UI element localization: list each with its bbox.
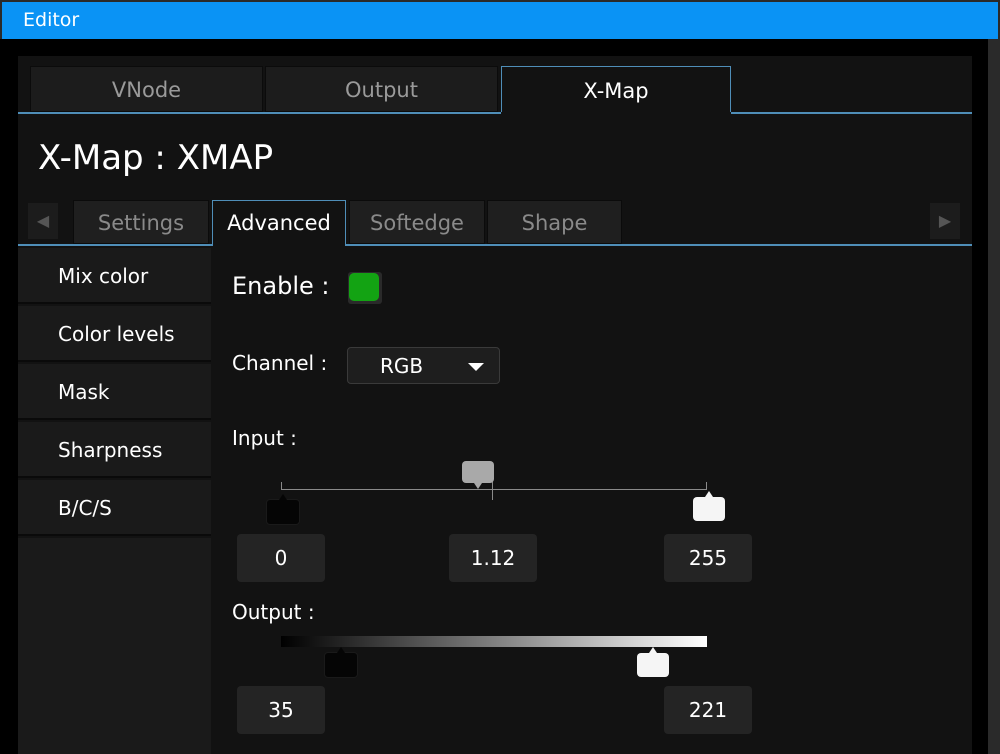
triangle-right-icon: ▶ — [938, 211, 952, 230]
channel-label: Channel : — [232, 351, 328, 375]
output-low-field[interactable]: 35 — [237, 686, 325, 734]
tab-vnode[interactable]: VNode — [30, 66, 263, 112]
input-gamma-field[interactable]: 1.12 — [449, 534, 537, 582]
input-levels-track[interactable] — [281, 489, 707, 490]
output-levels-gradient[interactable] — [281, 636, 707, 647]
tab-shape[interactable]: Shape — [487, 200, 622, 244]
scroll-right-button[interactable]: ▶ — [930, 203, 960, 239]
input-tick-low — [281, 482, 282, 490]
input-white-handle[interactable] — [693, 491, 725, 521]
tab-softedge[interactable]: Softedge — [349, 200, 485, 244]
output-label: Output : — [232, 600, 315, 624]
triangle-left-icon: ◀ — [36, 211, 50, 230]
input-tick-high — [706, 482, 707, 490]
input-tick-mid — [492, 482, 493, 500]
channel-select[interactable]: RGB — [347, 347, 500, 384]
input-label: Input : — [232, 426, 297, 450]
input-black-handle[interactable] — [266, 494, 300, 525]
output-white-handle[interactable] — [637, 647, 669, 677]
input-gamma-handle[interactable] — [462, 461, 494, 489]
sidebar-item-mask[interactable]: Mask — [18, 364, 211, 420]
sidebar-fill — [18, 538, 211, 754]
input-high-field[interactable]: 255 — [664, 534, 752, 582]
tab-advanced[interactable]: Advanced — [212, 200, 346, 244]
input-low-field[interactable]: 0 — [237, 534, 325, 582]
enable-indicator — [349, 273, 379, 301]
window-title: Editor — [23, 9, 80, 31]
sidebar-item-bcs[interactable]: B/C/S — [18, 480, 211, 536]
tab-output[interactable]: Output — [265, 66, 498, 112]
editor-panel: VNode Output X-Map X-Map : XMAP ◀ ▶ Sett… — [18, 56, 972, 754]
window-titlebar: Editor — [0, 0, 1000, 39]
output-black-handle[interactable] — [324, 647, 358, 678]
tab-x-map[interactable]: X-Map — [501, 66, 731, 112]
tab-bar-divider — [18, 112, 972, 114]
window-frame — [988, 39, 1000, 754]
tab-settings[interactable]: Settings — [73, 200, 209, 244]
subtab-bar-divider — [18, 244, 972, 246]
output-high-field[interactable]: 221 — [664, 686, 752, 734]
page-title: X-Map : XMAP — [38, 138, 274, 178]
caret-down-icon — [468, 363, 484, 371]
sidebar-item-mix-color[interactable]: Mix color — [18, 248, 211, 304]
channel-select-value: RGB — [380, 354, 424, 378]
enable-label: Enable : — [232, 272, 330, 300]
enable-toggle[interactable] — [348, 272, 382, 304]
scroll-left-button[interactable]: ◀ — [28, 203, 58, 239]
sidebar-item-color-levels[interactable]: Color levels — [18, 306, 211, 362]
sidebar-item-sharpness[interactable]: Sharpness — [18, 422, 211, 478]
